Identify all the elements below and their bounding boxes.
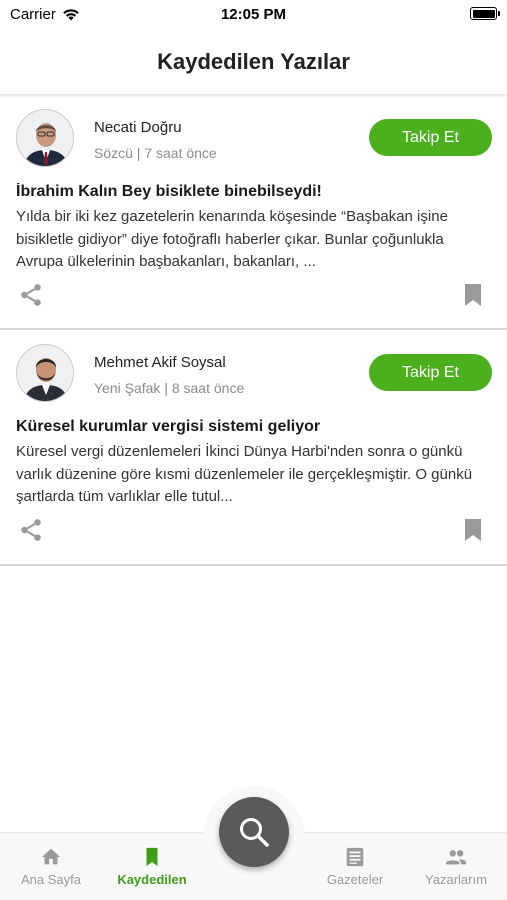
battery-icon [470, 7, 500, 20]
newspaper-icon [346, 847, 364, 867]
author-name[interactable]: Mehmet Akif Soysal [94, 354, 226, 371]
article-card[interactable]: Mehmet Akif Soysal Yeni Şafak | 8 saat ö… [0, 331, 507, 566]
tab-newspapers[interactable]: Gazeteler [305, 846, 405, 887]
home-icon [41, 848, 61, 865]
tab-my-authors[interactable]: Yazarlarım [406, 846, 506, 887]
people-icon [445, 850, 467, 865]
tab-saved[interactable]: Kaydedilen [102, 846, 202, 887]
search-button[interactable] [219, 797, 289, 867]
article-excerpt[interactable]: Yılda bir iki kez gazetelerin kenarında … [16, 206, 492, 274]
author-avatar[interactable] [16, 344, 74, 402]
article-excerpt[interactable]: Küresel vergi düzenlemeleri İkinci Dünya… [16, 441, 492, 509]
tab-label: Yazarlarım [425, 872, 487, 887]
share-icon[interactable] [18, 517, 44, 543]
author-avatar[interactable] [16, 109, 74, 167]
navigation-header: Kaydedilen Yazılar [0, 30, 507, 94]
bookmark-icon[interactable] [463, 283, 483, 307]
follow-button[interactable]: Takip Et [369, 119, 492, 156]
article-title[interactable]: Küresel kurumlar vergisi sistemi geliyor [16, 418, 492, 436]
page-title: Kaydedilen Yazılar [157, 49, 350, 74]
article-meta: Yeni Şafak | 8 saat önce [94, 380, 245, 396]
status-bar: Carrier 12:05 PM [0, 0, 507, 30]
tab-home[interactable]: Ana Sayfa [1, 846, 101, 887]
bookmark-icon[interactable] [463, 518, 483, 542]
article-title[interactable]: İbrahim Kalın Bey bisiklete binebilseydi… [16, 183, 492, 201]
bookmark-icon [146, 847, 158, 867]
tab-label: Gazeteler [326, 872, 384, 887]
author-name[interactable]: Necati Doğru [94, 119, 182, 136]
tab-label: Kaydedilen [117, 872, 187, 887]
follow-button[interactable]: Takip Et [369, 354, 492, 391]
search-icon [240, 818, 269, 847]
share-icon[interactable] [18, 282, 44, 308]
tab-label: Ana Sayfa [21, 872, 81, 887]
status-time: 12:05 PM [220, 6, 287, 23]
article-meta: Sözcü | 7 saat önce [94, 145, 217, 161]
article-card[interactable]: Necati Doğru Sözcü | 7 saat önce Takip E… [0, 96, 507, 330]
